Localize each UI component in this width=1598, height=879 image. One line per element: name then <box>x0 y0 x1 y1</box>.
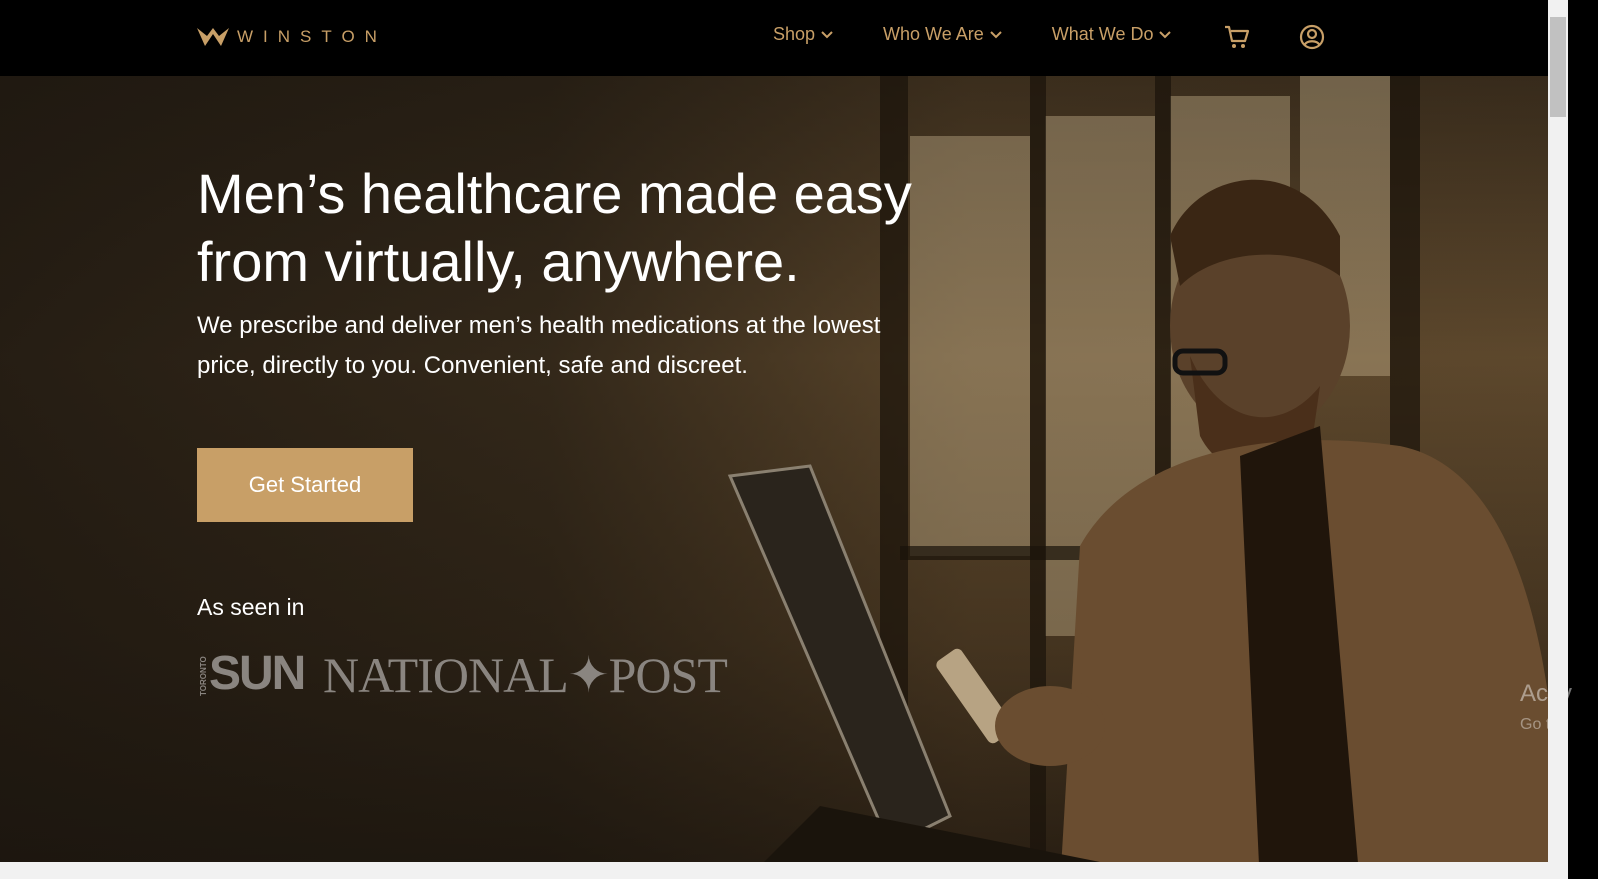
nav-item-label: What We Do <box>1051 24 1154 44</box>
get-started-button[interactable]: Get Started <box>197 448 413 522</box>
chevron-down-icon <box>990 30 1002 38</box>
hero-title: Men’s healthcare made easy from virtuall… <box>197 160 957 296</box>
chevron-down-icon <box>1159 30 1172 38</box>
toronto-label: TORONTO <box>199 656 208 696</box>
hero-subtitle: We prescribe and deliver men’s health me… <box>197 312 881 379</box>
national-post-logo: NATIONAL✦POST <box>323 647 728 703</box>
scrollbar-thumb[interactable] <box>1550 17 1566 117</box>
brand-name: WINSTON <box>237 27 387 46</box>
toronto-sun-logo: SUN <box>209 647 306 700</box>
hero-title-line-1: Men’s healthcare made easy <box>197 162 912 225</box>
bottom-bar <box>0 862 1568 879</box>
top-nav: WINSTON Shop Who We Are What We Do <box>0 0 1568 76</box>
nav-item-label: Who We Are <box>883 24 984 44</box>
chevron-down-icon <box>821 30 833 38</box>
as-seen-in-label: As seen in <box>197 594 305 620</box>
winston-logo-icon <box>197 28 229 46</box>
nav-item-who-we-are[interactable]: Who We Are <box>883 24 1002 45</box>
nav-item-what-we-do[interactable]: What We Do <box>1052 24 1172 45</box>
nav-item-shop[interactable]: Shop <box>773 24 833 45</box>
account-icon[interactable] <box>1298 23 1326 51</box>
vertical-scrollbar[interactable] <box>1548 0 1568 862</box>
nav-menu: Shop Who We Are What We Do <box>773 24 1221 45</box>
hero-title-line-2: from virtually, anywhere. <box>197 230 800 293</box>
nav-item-label: Shop <box>773 24 816 44</box>
cart-icon[interactable] <box>1223 23 1251 51</box>
brand-logo[interactable]: WINSTON <box>197 26 387 48</box>
